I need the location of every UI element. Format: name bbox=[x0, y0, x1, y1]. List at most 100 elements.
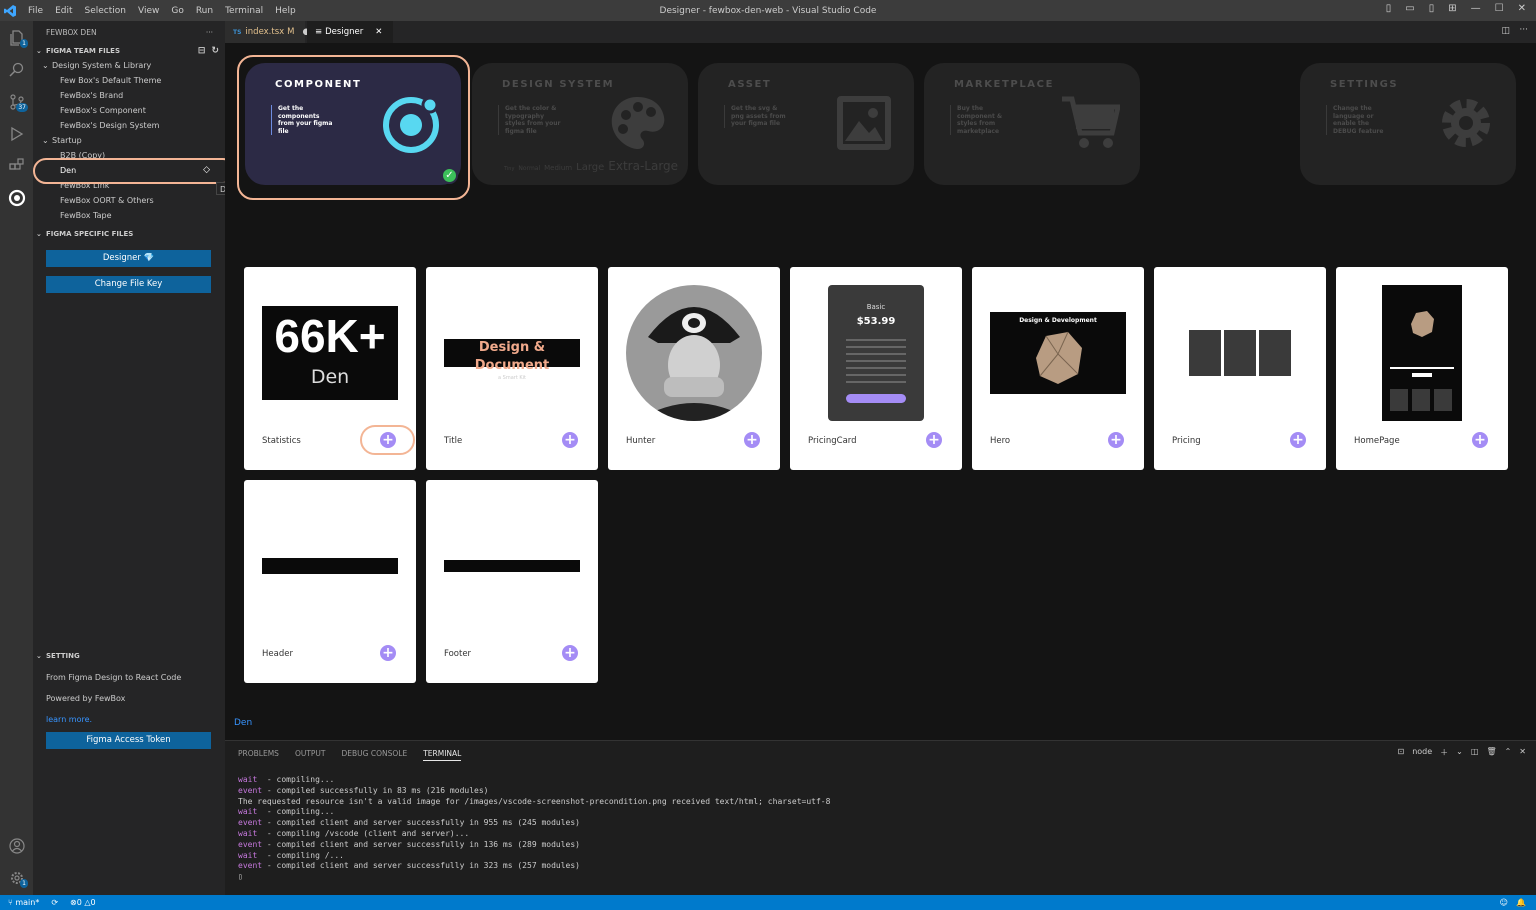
account-icon[interactable] bbox=[0, 831, 33, 861]
cart-icon bbox=[1062, 96, 1120, 148]
tree-item[interactable]: Few Box's Default Theme bbox=[33, 73, 225, 88]
size-tiny: Tiny bbox=[504, 166, 515, 172]
add-component-button[interactable]: + bbox=[1108, 432, 1124, 448]
specific-files-header[interactable]: ⌄ FIGMA SPECIFIC FILES bbox=[33, 226, 225, 241]
designer-view: COMPONENT Get the components from your f… bbox=[225, 43, 1536, 740]
feature-component[interactable]: COMPONENT Get the components from your f… bbox=[245, 63, 461, 185]
refresh-icon[interactable]: ↻ bbox=[211, 46, 219, 56]
editor-tabs: TS index.tsx M ● ≡ Designer ✕ ◫ ··· bbox=[225, 21, 1536, 43]
tab-designer[interactable]: ≡ Designer ✕ bbox=[307, 21, 393, 43]
learn-more-link[interactable]: learn more. bbox=[33, 709, 225, 730]
layout-sidebar-icon[interactable]: ▯ bbox=[1386, 3, 1392, 14]
terminal-line: event - compiled successfully in 83 ms (… bbox=[238, 785, 489, 795]
panel-tab-terminal[interactable]: TERMINAL bbox=[423, 749, 462, 761]
tree-item[interactable]: FewBox's Design System bbox=[33, 118, 225, 133]
component-card-pricingcard[interactable]: Basic $53.99 PricingCard + bbox=[790, 267, 962, 470]
tree-item[interactable]: FewBox OORT & Others bbox=[33, 193, 225, 208]
more-actions-icon[interactable]: ··· bbox=[206, 28, 213, 37]
component-card-hunter[interactable]: Hunter + bbox=[608, 267, 780, 470]
menu-selection[interactable]: Selection bbox=[85, 6, 126, 16]
menu-terminal[interactable]: Terminal bbox=[225, 6, 263, 16]
feature-asset[interactable]: ASSET Get the svg & png assets from your… bbox=[698, 63, 914, 185]
menu-run[interactable]: Run bbox=[196, 6, 213, 16]
component-card-header[interactable]: Header + bbox=[244, 480, 416, 683]
fewbox-den-icon[interactable] bbox=[0, 183, 33, 213]
branch-status[interactable]: ⑂ main* bbox=[8, 898, 39, 907]
panel-tab-output[interactable]: OUTPUT bbox=[295, 749, 326, 761]
more-actions-icon[interactable]: ··· bbox=[1519, 25, 1528, 35]
figma-file-icon[interactable]: ⊟ bbox=[198, 46, 206, 56]
setting-line-2: Powered by FewBox bbox=[46, 694, 126, 703]
setting-line-1: From Figma Design to React Code bbox=[46, 673, 182, 682]
tree-item-den[interactable]: Den ◇ bbox=[33, 163, 225, 178]
split-terminal-icon[interactable]: ◫ bbox=[1471, 747, 1479, 758]
close-tab-icon[interactable]: ✕ bbox=[375, 27, 382, 37]
component-card-footer[interactable]: Footer + bbox=[426, 480, 598, 683]
menu-edit[interactable]: Edit bbox=[55, 6, 72, 16]
terminal-output[interactable]: wait - compiling... event - compiled succ… bbox=[238, 775, 830, 883]
tree-item[interactable]: B2B (Copy) bbox=[33, 148, 225, 163]
layout-secondary-icon[interactable]: ▯ bbox=[1429, 3, 1435, 14]
den-footer-link[interactable]: Den bbox=[234, 718, 252, 728]
extensions-icon[interactable] bbox=[0, 151, 33, 181]
menu-file[interactable]: File bbox=[28, 6, 43, 16]
component-card-title[interactable]: Design & Document a Smart Kit Title + bbox=[426, 267, 598, 470]
minimize-button[interactable]: — bbox=[1471, 3, 1481, 14]
tree-group-startup[interactable]: ⌄ Startup bbox=[33, 133, 225, 148]
team-files-header-label: FIGMA TEAM FILES bbox=[46, 46, 120, 55]
component-card-pricing[interactable]: Pricing + bbox=[1154, 267, 1326, 470]
tree-item[interactable]: FewBox Tape bbox=[33, 208, 225, 223]
close-window-button[interactable]: ✕ bbox=[1518, 3, 1526, 14]
diamond-icon[interactable]: ◇ bbox=[203, 165, 210, 175]
menu-view[interactable]: View bbox=[138, 6, 159, 16]
feature-design-system[interactable]: DESIGN SYSTEM Get the color & typography… bbox=[472, 63, 688, 185]
add-component-button[interactable]: + bbox=[1472, 432, 1488, 448]
tree-item[interactable]: FewBox's Brand bbox=[33, 88, 225, 103]
layout-panel-icon[interactable]: ▭ bbox=[1405, 3, 1414, 14]
tab-index-tsx[interactable]: TS index.tsx M ● bbox=[225, 21, 310, 43]
manage-gear-icon[interactable]: 1 bbox=[0, 863, 33, 893]
menu-go[interactable]: Go bbox=[171, 6, 183, 16]
feature-marketplace[interactable]: MARKETPLACE Buy the component & styles f… bbox=[924, 63, 1140, 185]
add-component-button[interactable]: + bbox=[744, 432, 760, 448]
setting-header[interactable]: ⌄ SETTING bbox=[33, 648, 225, 663]
designer-button[interactable]: Designer 💎 bbox=[46, 250, 211, 267]
panel-tab-debug-console[interactable]: DEBUG CONSOLE bbox=[342, 749, 408, 761]
add-component-button[interactable]: + bbox=[926, 432, 942, 448]
close-panel-icon[interactable]: ✕ bbox=[1519, 747, 1526, 758]
customize-layout-icon[interactable]: ⊞ bbox=[1448, 3, 1456, 14]
chevron-up-icon[interactable]: ⌃ bbox=[1505, 747, 1512, 758]
terminal-shell-name[interactable]: node bbox=[1412, 747, 1432, 758]
notifications-icon[interactable]: 🔔 bbox=[1516, 898, 1526, 907]
change-file-key-button[interactable]: Change File Key bbox=[46, 276, 211, 293]
chevron-down-icon[interactable]: ⌄ bbox=[1456, 747, 1463, 758]
feedback-icon[interactable]: ☺ bbox=[1500, 898, 1508, 907]
figma-access-token-button[interactable]: Figma Access Token bbox=[46, 732, 211, 749]
sync-icon[interactable]: ⟳ bbox=[51, 898, 58, 907]
add-component-button[interactable]: + bbox=[562, 432, 578, 448]
tree-group-design-system[interactable]: ⌄ Design System & Library bbox=[33, 58, 225, 73]
tree-item[interactable]: FewBox Link bbox=[33, 178, 225, 193]
component-card-hero[interactable]: Design & Development Hero + bbox=[972, 267, 1144, 470]
menu-help[interactable]: Help bbox=[275, 6, 296, 16]
panel-tab-problems[interactable]: PROBLEMS bbox=[238, 749, 279, 761]
maximize-button[interactable]: ☐ bbox=[1495, 3, 1504, 14]
feature-settings[interactable]: SETTINGS Change the language or enable t… bbox=[1300, 63, 1516, 185]
split-editor-icon[interactable]: ◫ bbox=[1501, 26, 1510, 36]
run-debug-icon[interactable] bbox=[0, 119, 33, 149]
trash-icon[interactable]: 🗑 bbox=[1486, 747, 1496, 758]
team-files-header[interactable]: ⌄ FIGMA TEAM FILES ⊟ ↻ bbox=[33, 43, 225, 58]
add-component-button[interactable]: + bbox=[1290, 432, 1306, 448]
source-control-icon[interactable]: 37 bbox=[0, 87, 33, 117]
new-terminal-icon[interactable]: ＋ bbox=[1440, 747, 1448, 758]
card-name: Statistics bbox=[262, 436, 301, 446]
component-card-homepage[interactable]: HomePage + bbox=[1336, 267, 1508, 470]
explorer-icon[interactable]: 1 bbox=[0, 23, 33, 53]
search-icon[interactable] bbox=[0, 55, 33, 85]
add-component-button[interactable]: + bbox=[380, 432, 396, 448]
component-card-statistics[interactable]: 66K+ Den Statistics + bbox=[244, 267, 416, 470]
add-component-button[interactable]: + bbox=[562, 645, 578, 661]
problems-status[interactable]: ⊗0 △0 bbox=[70, 898, 96, 907]
tree-item[interactable]: FewBox's Component bbox=[33, 103, 225, 118]
add-component-button[interactable]: + bbox=[380, 645, 396, 661]
